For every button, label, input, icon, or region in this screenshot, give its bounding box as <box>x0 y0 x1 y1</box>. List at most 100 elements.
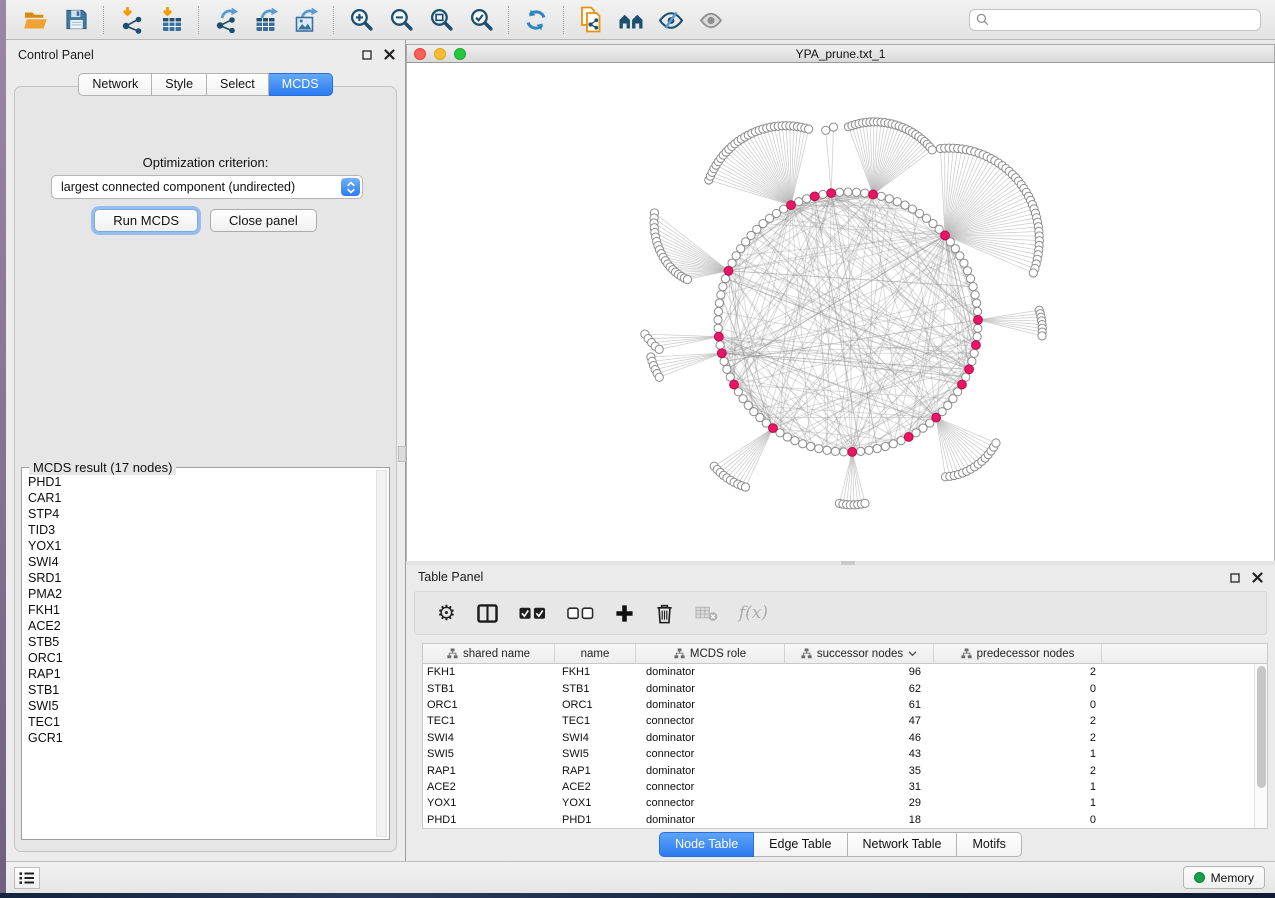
table-row[interactable]: YOX1YOX1connector291 <box>423 795 1267 811</box>
mcds-result-item[interactable]: YOX1 <box>28 538 375 554</box>
export-image-button[interactable] <box>286 3 326 37</box>
plus-icon <box>615 604 634 623</box>
mcds-result-item[interactable]: RAP1 <box>28 666 375 682</box>
table-scrollbar[interactable] <box>1254 664 1267 828</box>
zoom-selected-button[interactable] <box>461 3 501 37</box>
column-header-predecessor-nodes[interactable]: predecessor nodes <box>934 644 1102 663</box>
mcds-result-item[interactable]: SWI4 <box>28 554 375 570</box>
network-titlebar[interactable]: YPA_prune.txt_1 <box>406 44 1275 63</box>
table-row[interactable]: FKH1FKH1dominator962 <box>423 664 1267 680</box>
mcds-result-item[interactable]: TID3 <box>28 522 375 538</box>
search-box[interactable] <box>969 9 1261 31</box>
open-session-button[interactable] <box>16 3 56 37</box>
mcds-result-item[interactable]: SRD1 <box>28 570 375 586</box>
table-row[interactable]: PHD1PHD1dominator180 <box>423 812 1267 828</box>
criterion-dropdown[interactable]: largest connected component (undirected) <box>51 175 363 199</box>
tab-motifs[interactable]: Motifs <box>957 832 1021 857</box>
mcds-result-item[interactable]: STP4 <box>28 506 375 522</box>
table-scrollbar-thumb[interactable] <box>1257 666 1266 788</box>
deselect-all-button[interactable] <box>567 607 594 620</box>
cell: 2 <box>934 715 1102 727</box>
cell: PHD1 <box>555 814 636 826</box>
column-header-shared-name[interactable]: shared name <box>423 644 555 663</box>
graph-node <box>970 349 978 357</box>
table-row[interactable]: RAP1RAP1dominator352 <box>423 762 1267 778</box>
cell: 62 <box>785 683 934 695</box>
mcds-result-item[interactable]: STB1 <box>28 682 375 698</box>
graph-node <box>719 283 727 291</box>
tab-style[interactable]: Style <box>152 73 207 96</box>
table-row[interactable]: SWI5SWI5connector431 <box>423 746 1267 762</box>
export-network-icon <box>213 6 240 33</box>
zoom-in-button[interactable] <box>341 3 381 37</box>
network-canvas[interactable] <box>406 63 1275 561</box>
cell: SWI5 <box>423 748 555 760</box>
refresh-button[interactable] <box>516 3 556 37</box>
clone-network-button[interactable] <box>571 3 611 37</box>
column-type-icon <box>674 648 685 659</box>
memory-button[interactable]: Memory <box>1183 866 1265 889</box>
mcds-result-item[interactable]: STB5 <box>28 634 375 650</box>
tab-select[interactable]: Select <box>207 73 269 96</box>
task-history-button[interactable] <box>14 867 40 889</box>
add-column-button[interactable] <box>615 604 634 623</box>
gear-icon: ⚙ <box>437 603 456 623</box>
close-table-panel-button[interactable] <box>1252 572 1263 583</box>
float-panel-button[interactable] <box>362 50 372 60</box>
mcds-result-item[interactable]: CAR1 <box>28 490 375 506</box>
show-all-button[interactable] <box>691 3 731 37</box>
table-row[interactable]: STB1STB1dominator620 <box>423 680 1267 696</box>
table-settings-button[interactable]: ⚙ <box>437 603 456 623</box>
sort-desc-icon <box>908 650 917 657</box>
mcds-result-item[interactable]: GCR1 <box>28 730 375 746</box>
export-table-button[interactable] <box>246 3 286 37</box>
show-column-panel-button[interactable] <box>477 604 498 623</box>
tab-mcds[interactable]: MCDS <box>269 73 333 96</box>
hide-selected-button[interactable] <box>651 3 691 37</box>
column-header-successor-nodes[interactable]: successor nodes <box>785 644 934 663</box>
run-mcds-button[interactable]: Run MCDS <box>94 209 198 232</box>
cell: SWI4 <box>423 732 555 744</box>
float-table-panel-button[interactable] <box>1230 573 1240 583</box>
tab-network-table[interactable]: Network Table <box>848 832 958 857</box>
vertical-splitter-handle[interactable] <box>398 446 406 462</box>
search-input[interactable] <box>989 13 1254 27</box>
mcds-result-item[interactable]: TEC1 <box>28 714 375 730</box>
graph-node <box>807 442 815 450</box>
close-panel-button-mcds[interactable]: Close panel <box>210 209 317 232</box>
save-session-button[interactable] <box>56 3 96 37</box>
mcds-result-item[interactable]: PHD1 <box>28 474 375 490</box>
column-header-name[interactable]: name <box>555 644 636 663</box>
table-row[interactable]: SWI4SWI4dominator462 <box>423 730 1267 746</box>
cell: 1 <box>934 781 1102 793</box>
graph-node <box>971 291 979 299</box>
mcds-result-item[interactable]: SWI5 <box>28 698 375 714</box>
column-header-MCDS-role[interactable]: MCDS role <box>636 644 785 663</box>
import-network-button[interactable] <box>111 3 151 37</box>
table-row[interactable]: ORC1ORC1dominator610 <box>423 697 1267 713</box>
function-builder-button-disabled: f(x) <box>739 603 768 623</box>
first-neighbors-icon <box>618 8 644 32</box>
zoom-out-button[interactable] <box>381 3 421 37</box>
graph-nodes[interactable] <box>641 118 1047 509</box>
mcds-result-item[interactable]: ACE2 <box>28 618 375 634</box>
tab-edge-table[interactable]: Edge Table <box>754 832 847 857</box>
tab-network[interactable]: Network <box>78 73 152 96</box>
delete-column-button[interactable] <box>655 603 674 624</box>
table-row[interactable]: TEC1TEC1connector472 <box>423 713 1267 729</box>
mcds-result-item[interactable]: FKH1 <box>28 602 375 618</box>
table-row[interactable]: ACE2ACE2connector311 <box>423 779 1267 795</box>
close-panel-button[interactable] <box>384 49 395 60</box>
graph-node <box>956 252 964 260</box>
mcds-result-item[interactable]: PMA2 <box>28 586 375 602</box>
export-network-button[interactable] <box>206 3 246 37</box>
mcds-result-item[interactable]: ORC1 <box>28 650 375 666</box>
select-all-button[interactable] <box>519 607 546 620</box>
zoom-fit-button[interactable] <box>421 3 461 37</box>
import-table-button[interactable] <box>151 3 191 37</box>
network-graph[interactable] <box>407 63 1274 561</box>
tab-node-table[interactable]: Node Table <box>659 832 754 857</box>
mcds-list-scrollbar[interactable] <box>376 470 387 837</box>
first-neighbors-button[interactable] <box>611 3 651 37</box>
fx-icon: f(x) <box>739 603 768 623</box>
